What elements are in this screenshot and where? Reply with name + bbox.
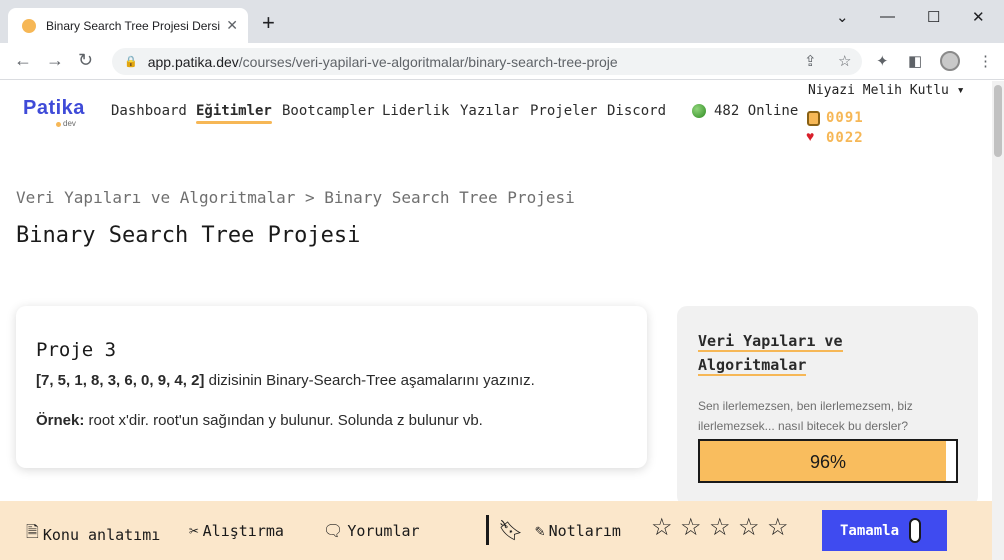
scrollbar-thumb[interactable] (994, 85, 1002, 157)
complete-toggle-icon (909, 518, 921, 543)
notes-label: Notlarım (548, 521, 621, 540)
nav-bootcampler[interactable]: Bootcamp­ler (282, 103, 375, 119)
toolbar-divider (486, 515, 489, 545)
progress-label: 96% (809, 452, 847, 472)
back-icon[interactable]: ← (14, 51, 32, 69)
online-count: 482 Online (714, 103, 799, 119)
page-scrollbar[interactable] (992, 81, 1004, 560)
comments-button[interactable]: 🗨 Yorumlar (323, 521, 420, 540)
rating-star-4-icon[interactable]: ☆ (738, 516, 760, 540)
exercise-button[interactable]: ✂ Alıştırma (189, 521, 284, 540)
page-content: Patika dev Dashboard Eğitimler Bootcamp­… (0, 81, 992, 560)
rating-star-1-icon[interactable]: ☆ (651, 516, 673, 540)
browser-menu-icon[interactable]: ⋮ (978, 52, 993, 70)
nav-discord[interactable]: Discord (607, 103, 666, 119)
browser-toolbar: ← → ↻ 🔒 app.patika.dev/courses/veri-yapi… (0, 43, 1004, 80)
exercise-label: Alıştırma (202, 521, 284, 540)
project-instruction-text: dizisinin Binary-Search-Tree aşamalarını… (204, 372, 535, 389)
complete-button[interactable]: Tamamla (822, 510, 947, 551)
user-name: Niyazi Melih Kutlu (808, 83, 949, 98)
nav-liderlik[interactable]: Liderlik (382, 103, 449, 119)
heart-count: 0022 (826, 130, 864, 146)
project-example: Örnek: root x'dir. root'un sağından y bu… (36, 412, 483, 429)
bookmark-icon[interactable]: 🔖︎ (498, 518, 523, 543)
logo-subtext: dev (63, 119, 76, 128)
new-tab-button[interactable]: + (262, 12, 275, 34)
extensions-icon[interactable]: ✦ (876, 52, 889, 70)
heart-icon: ♥ (806, 128, 815, 144)
logo-text: Patika (23, 97, 85, 119)
url-host: app.patika.dev (147, 53, 239, 70)
logo-dot (56, 122, 61, 127)
breadcrumb: Veri Yapıları ve Algoritmalar > Binary S… (16, 188, 575, 207)
edit-icon: ✎ (535, 521, 545, 540)
example-text: root x'dir. root'un sağından y bulunur. … (84, 412, 483, 429)
course-title[interactable]: Veri Yapıları ve Algoritmalar (698, 329, 898, 377)
nav-projeler[interactable]: Projeler (530, 103, 597, 119)
breadcrumb-separator: > (305, 188, 315, 207)
bottom-toolbar: 🗎 Konu anlatımı ✂ Alıştırma 🗨 Yorumlar 🔖︎ ✎… (0, 501, 992, 560)
reload-icon[interactable]: ↻ (78, 51, 93, 69)
rating-star-2-icon[interactable]: ☆ (680, 516, 702, 540)
caret-down-icon: ▾ (956, 83, 965, 98)
address-bar[interactable]: 🔒 app.patika.dev/courses/veri-yapilari-v… (112, 48, 862, 75)
comments-label: Yorumlar (347, 521, 420, 540)
example-label: Örnek: (36, 412, 85, 429)
rating-star-5-icon[interactable]: ☆ (767, 516, 789, 540)
tab-title: Binary Search Tree Projesi Dersi | (46, 18, 221, 33)
rating-star-3-icon[interactable]: ☆ (709, 516, 731, 540)
nav-egitimler[interactable]: Eğitimler (196, 103, 272, 124)
document-icon: 🗎 (26, 522, 39, 541)
browser-titlebar: Binary Search Tree Projesi Dersi | ✕ + ⌄… (0, 0, 1004, 43)
project-card: Proje 3 [7, 5, 1, 8, 3, 6, 0, 9, 4, 2] d… (16, 306, 647, 468)
coin-count: 0091 (826, 110, 864, 126)
nav-yazilar[interactable]: Yazılar (460, 103, 519, 119)
url-path: /courses/veri-yapilari-ve-algoritmalar/b… (238, 53, 618, 70)
page-title: Binary Search Tree Projesi (16, 223, 361, 248)
tab-search-chevron-icon[interactable]: ⌄ (836, 8, 849, 26)
tab-close-icon[interactable]: ✕ (226, 17, 238, 34)
comment-icon: 🗨 (323, 521, 344, 540)
forward-icon[interactable]: → (46, 51, 64, 69)
breadcrumb-parent[interactable]: Veri Yapıları ve Algoritmalar (16, 188, 295, 207)
progress-bar: 96% (698, 439, 958, 483)
complete-label: Tamamla (840, 522, 900, 539)
breadcrumb-current: Binary Search Tree Projesi (324, 188, 575, 207)
course-progress-panel: Veri Yapıları ve Algoritmalar Sen ilerle… (677, 306, 978, 506)
maximize-icon[interactable]: ☐ (927, 8, 940, 26)
close-window-icon[interactable]: ✕ (972, 8, 985, 26)
online-status-icon (692, 104, 706, 118)
nav-dashboard[interactable]: Dashboard (111, 103, 187, 119)
patika-logo[interactable]: Patika dev (23, 97, 85, 128)
notes-button[interactable]: ✎ Notlarım (535, 521, 621, 540)
bookmark-star-icon[interactable]: ☆ (838, 52, 851, 70)
lesson-button[interactable]: 🗎 Konu anlatımı (26, 521, 160, 548)
tools-icon: ✂ (189, 521, 199, 540)
lesson-label: Konu anlatımı (42, 525, 161, 544)
user-menu[interactable]: Niyazi Melih Kutlu ▾ (808, 83, 965, 98)
course-title-text: Veri Yapıları ve Algoritmalar (698, 332, 843, 376)
patika-favicon-icon (22, 18, 36, 33)
lock-icon[interactable]: 🔒 (124, 55, 138, 68)
project-heading: Proje 3 (36, 339, 117, 361)
motivation-quote: Sen ilerlemezsen, ben ilerlemezsem, biz … (698, 399, 913, 433)
minimize-icon[interactable]: — (880, 8, 895, 25)
coin-icon (807, 111, 820, 126)
profile-avatar[interactable] (940, 51, 960, 71)
project-array: [7, 5, 1, 8, 3, 6, 0, 9, 4, 2] (36, 372, 205, 389)
share-icon[interactable]: ⇪ (804, 52, 817, 70)
browser-tab[interactable]: Binary Search Tree Projesi Dersi | ✕ (8, 8, 248, 43)
side-panel-icon[interactable]: ◧ (908, 52, 922, 70)
project-instruction: [7, 5, 1, 8, 3, 6, 0, 9, 4, 2] dizisinin… (36, 372, 535, 389)
